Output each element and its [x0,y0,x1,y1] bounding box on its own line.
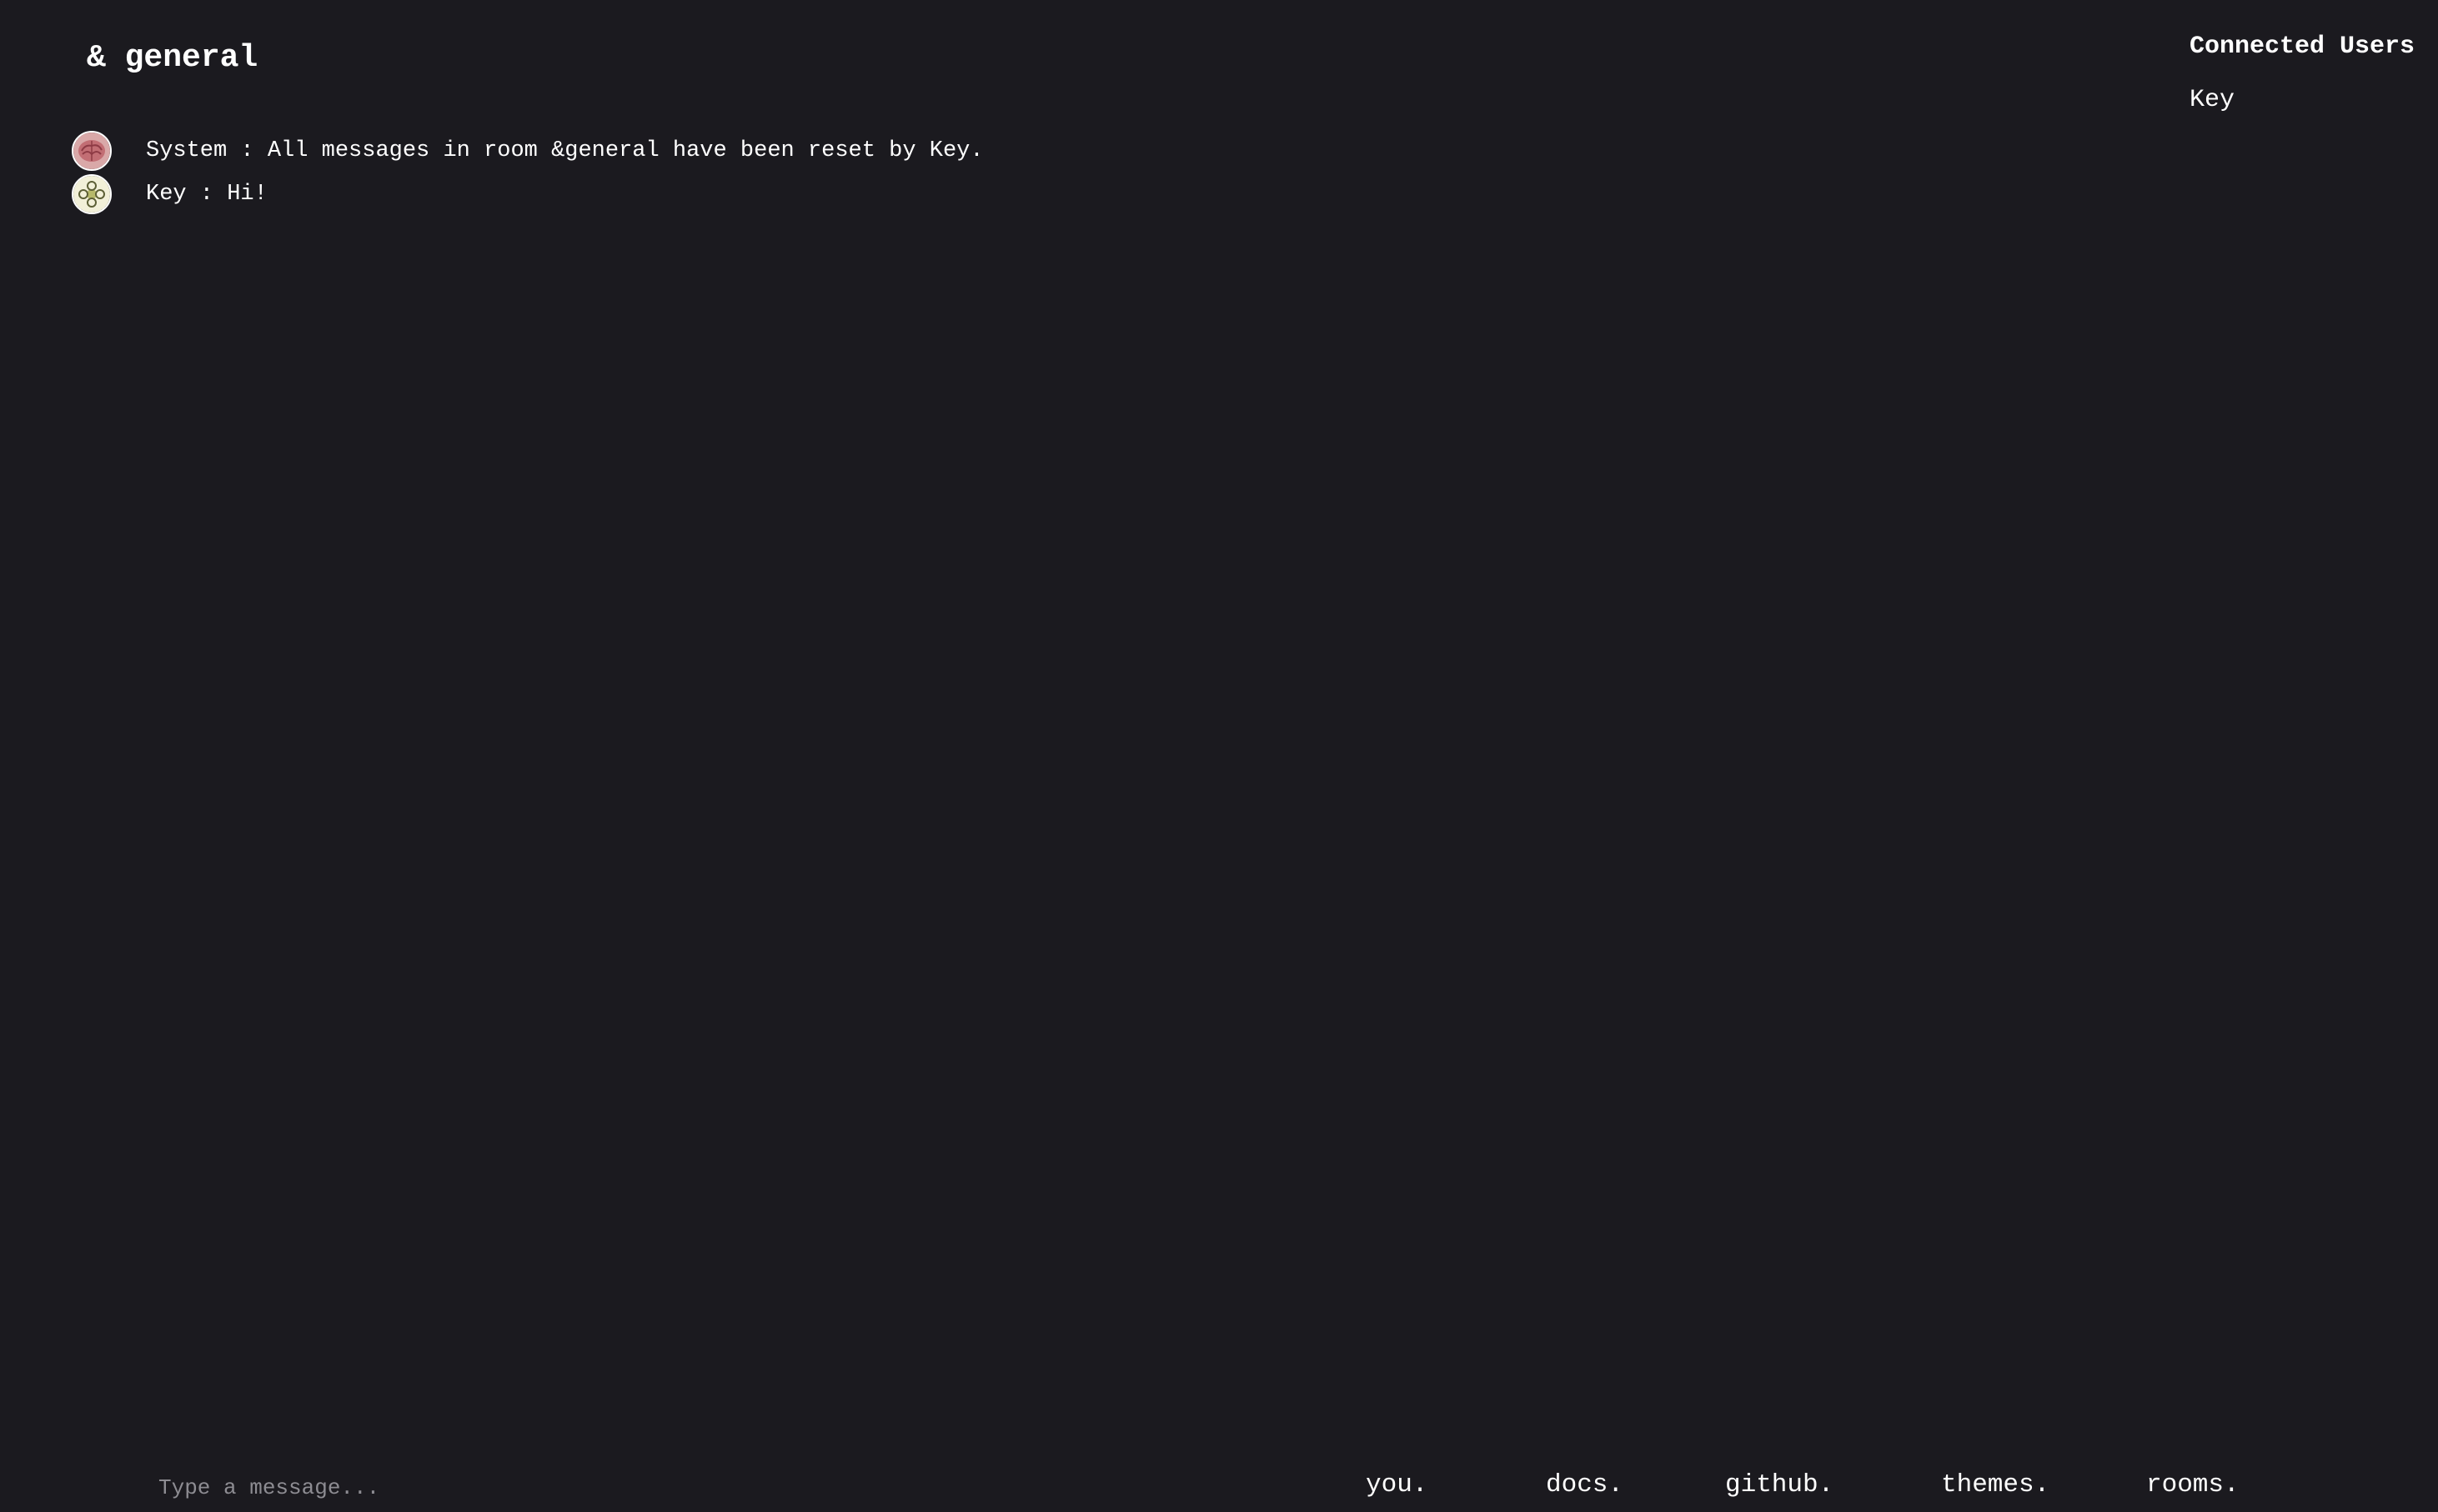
brain-icon [73,133,110,169]
nav-link-themes[interactable]: themes. [1941,1465,2049,1505]
message-input[interactable] [158,1469,1242,1507]
room-title: & general [87,40,258,76]
message-item: System : All messages in room &general h… [72,129,2073,173]
message-list: System : All messages in room &general h… [72,129,2073,216]
message-text: Key : Hi! [146,182,268,207]
message-item: Key : Hi! [72,173,2073,216]
message-text: System : All messages in room &general h… [146,138,984,163]
user-list: Key [2190,80,2438,120]
nav-link-you[interactable]: you. [1366,1465,1427,1505]
user-item-key: Key [2190,86,2235,114]
key-avatar-icon [73,176,110,213]
avatar [72,174,112,214]
nav-link-github[interactable]: github. [1725,1465,1834,1505]
connected-users-panel: Connected Users Key [2190,27,2438,120]
nav-link-rooms[interactable]: rooms. [2146,1465,2240,1505]
nav-link-docs[interactable]: docs. [1546,1465,1623,1505]
avatar [72,131,112,171]
connected-users-title: Connected Users [2190,33,2415,61]
chat-app: & general System : All messages in room … [0,0,2438,1512]
